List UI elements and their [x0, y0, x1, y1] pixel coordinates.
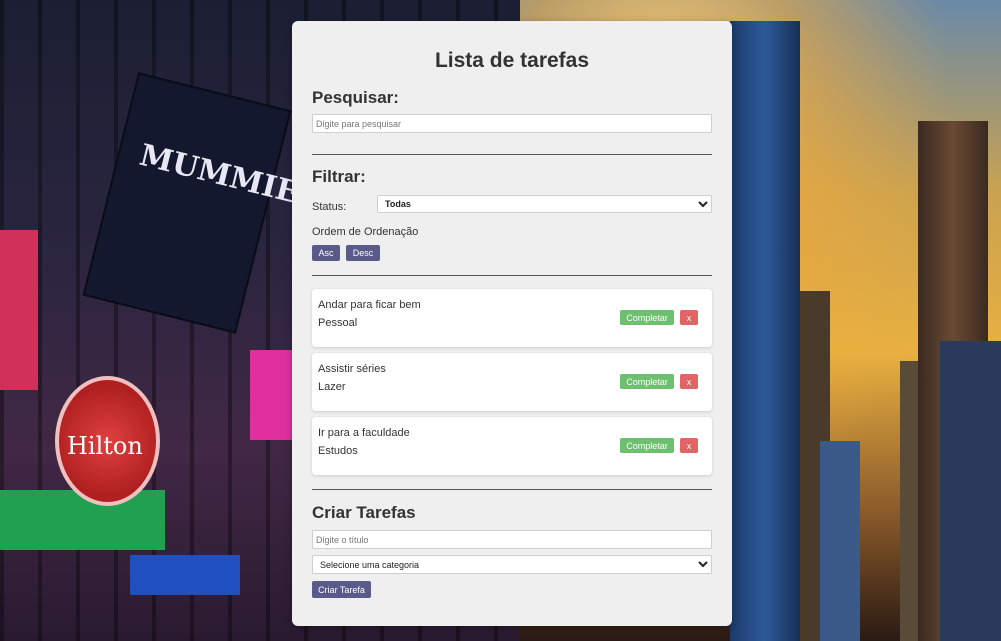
- complete-button[interactable]: Completar: [620, 438, 674, 453]
- search-heading: Pesquisar:: [312, 88, 399, 107]
- status-filter-row: Status: Todas: [312, 195, 712, 213]
- divider: [312, 489, 712, 490]
- category-select[interactable]: Selecione uma categoria: [312, 555, 712, 574]
- task-item: Andar para ficar bem Pessoal Completar x: [312, 289, 712, 347]
- task-title-input[interactable]: [312, 530, 712, 549]
- task-item: Assistir séries Lazer Completar x: [312, 353, 712, 411]
- create-task-button[interactable]: Criar Tarefa: [312, 581, 371, 598]
- neon-sign: [250, 350, 292, 440]
- divider: [312, 275, 712, 276]
- todo-panel: Lista de tarefas Pesquisar: Filtrar: Sta…: [292, 21, 732, 626]
- filter-heading: Filtrar:: [312, 167, 366, 186]
- background-tower: [820, 441, 860, 641]
- background-tower: [730, 21, 800, 641]
- page-title: Lista de tarefas: [434, 49, 590, 72]
- delete-button[interactable]: x: [680, 438, 698, 453]
- background-tower: [940, 341, 1001, 641]
- sort-label: Ordem de Ordenação: [312, 226, 419, 238]
- status-select[interactable]: Todas: [377, 195, 712, 213]
- hilton-sign-text: Hilton: [67, 432, 143, 460]
- status-label: Status:: [312, 201, 347, 213]
- divider: [312, 154, 712, 155]
- search-input[interactable]: [312, 114, 712, 133]
- task-item: Ir para a faculdade Estudos Completar x: [312, 417, 712, 475]
- delete-button[interactable]: x: [680, 374, 698, 389]
- complete-button[interactable]: Completar: [620, 374, 674, 389]
- complete-button[interactable]: Completar: [620, 310, 674, 325]
- neon-sign: [0, 230, 38, 390]
- sort-desc-button[interactable]: Desc: [346, 245, 380, 261]
- sort-asc-button[interactable]: Asc: [312, 245, 340, 261]
- hilton-sign: Hilton: [55, 376, 160, 506]
- delete-button[interactable]: x: [680, 310, 698, 325]
- create-heading: Criar Tarefas: [312, 503, 416, 522]
- sort-buttons: Asc Desc: [312, 245, 712, 261]
- task-list: Andar para ficar bem Pessoal Completar x…: [312, 289, 712, 475]
- neon-sign: [0, 490, 165, 550]
- neon-sign: [130, 555, 240, 595]
